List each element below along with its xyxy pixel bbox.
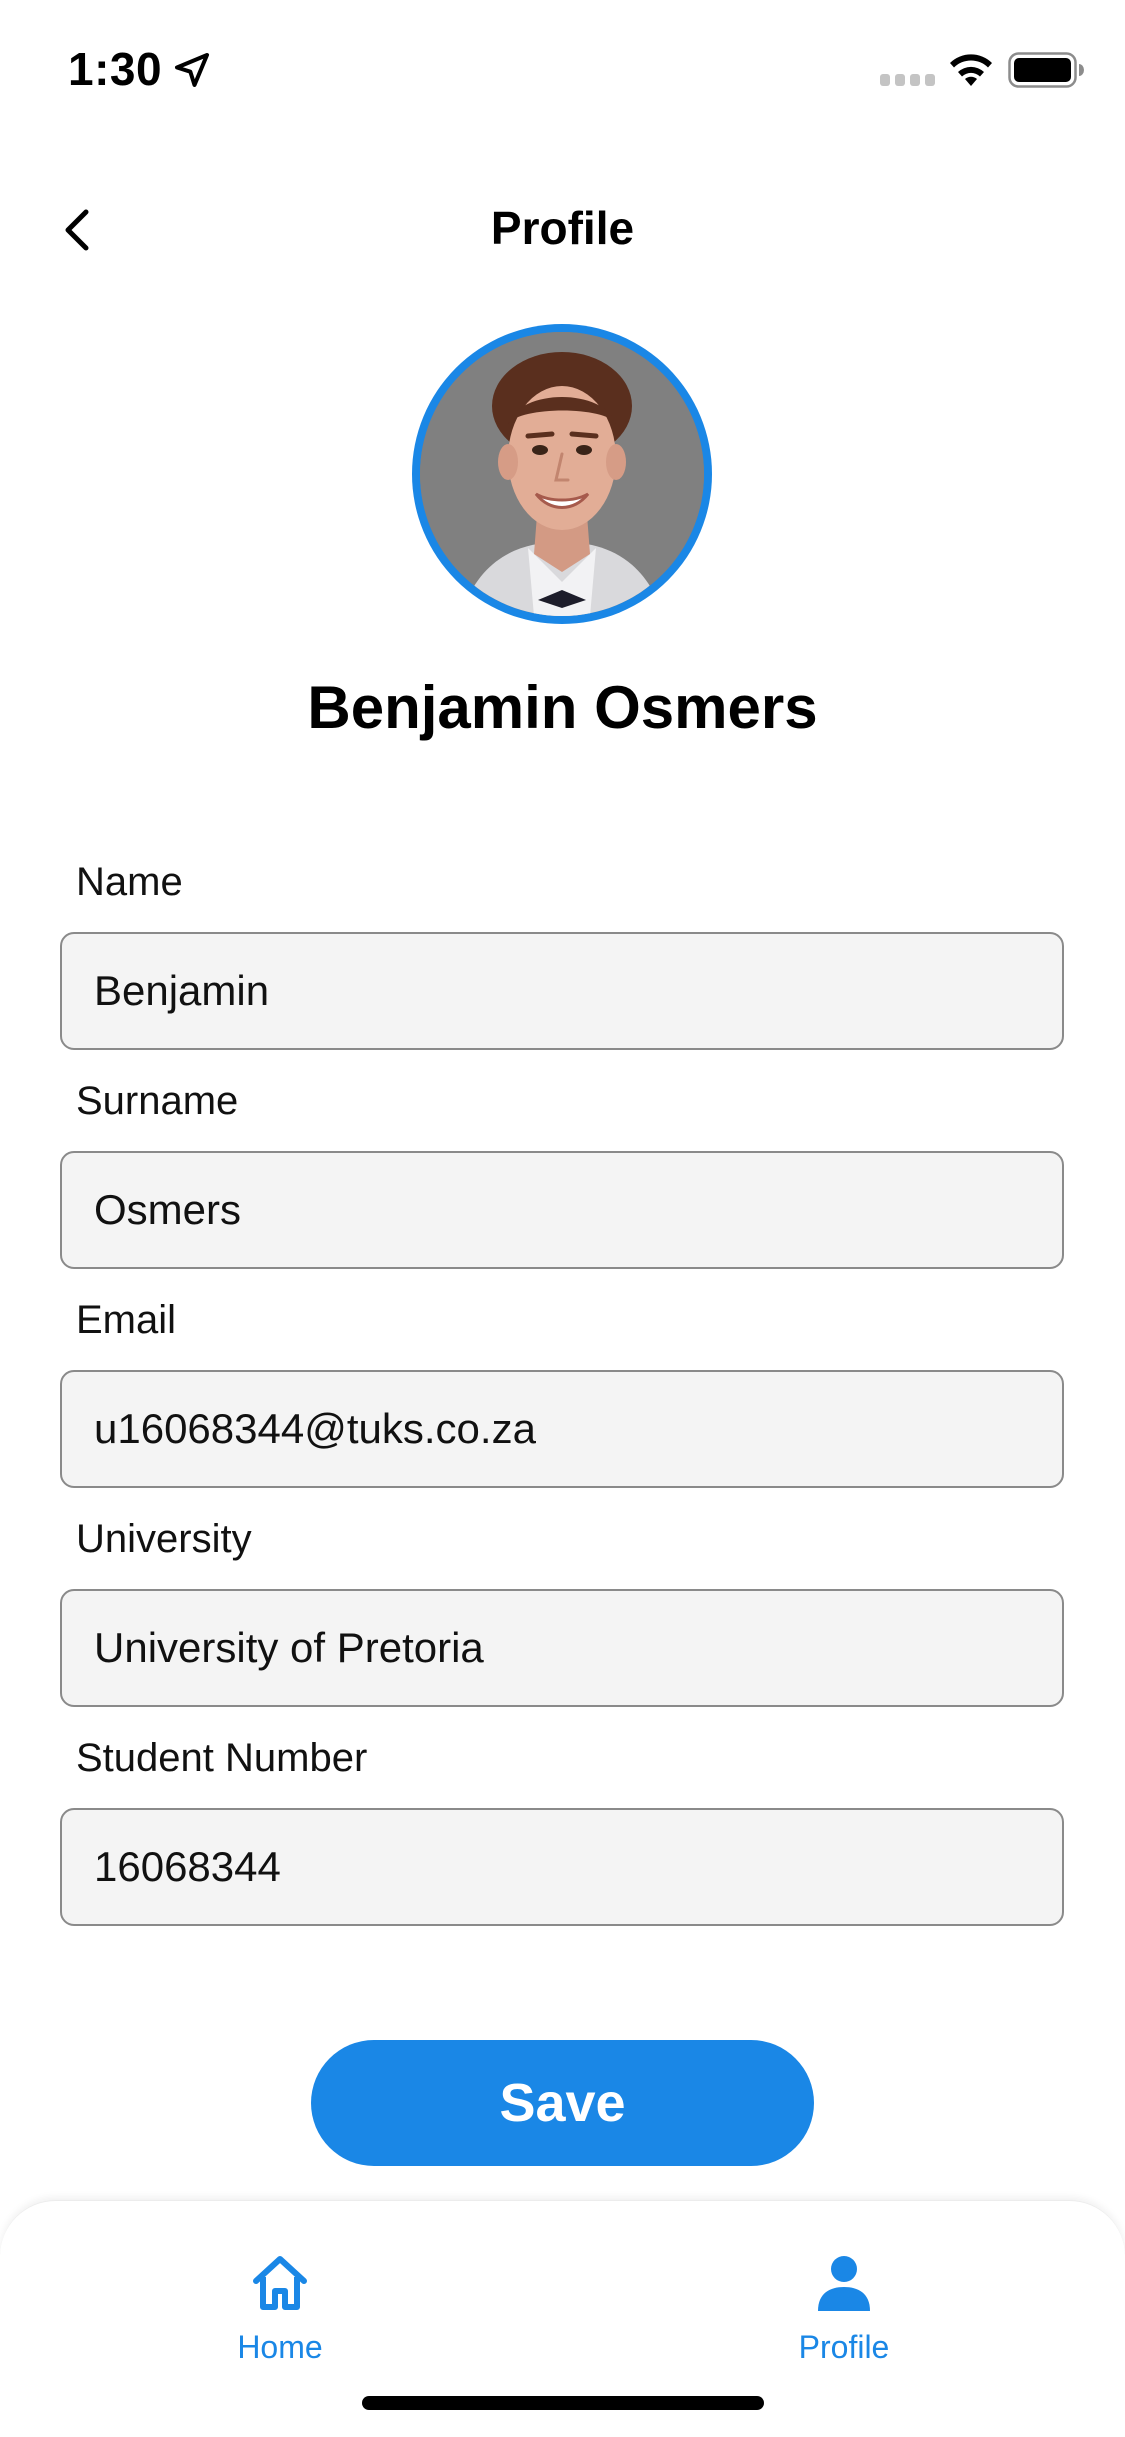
student-number-input[interactable]	[60, 1808, 1064, 1926]
tab-profile-label: Profile	[798, 2329, 890, 2365]
profile-name: Benjamin Osmers	[307, 674, 818, 741]
wifi-icon	[950, 54, 992, 86]
home-icon	[253, 2256, 307, 2310]
name-label: Name	[76, 860, 183, 904]
tab-home-label: Home	[237, 2329, 323, 2365]
battery-icon	[1008, 52, 1084, 88]
person-icon	[818, 2256, 870, 2311]
email-input[interactable]	[60, 1370, 1064, 1488]
page-title: Profile	[490, 202, 635, 254]
save-button[interactable]: Save	[311, 2040, 814, 2166]
student-number-label: Student Number	[76, 1736, 368, 1780]
status-time: 1:30	[68, 43, 163, 95]
location-arrow-icon	[175, 53, 209, 87]
status-bar: 1:30	[0, 0, 1125, 140]
tab-home[interactable]: Home	[180, 2251, 380, 2391]
tab-profile[interactable]: Profile	[744, 2251, 944, 2391]
avatar-photo	[420, 332, 704, 616]
name-input[interactable]	[60, 932, 1064, 1050]
university-label: University	[76, 1517, 252, 1561]
surname-label: Surname	[76, 1079, 239, 1123]
avatar	[412, 324, 712, 624]
home-indicator	[362, 2396, 764, 2410]
surname-input[interactable]	[60, 1151, 1064, 1269]
email-label: Email	[76, 1298, 177, 1342]
university-input[interactable]	[60, 1589, 1064, 1707]
cellular-signal-icon	[880, 74, 935, 86]
